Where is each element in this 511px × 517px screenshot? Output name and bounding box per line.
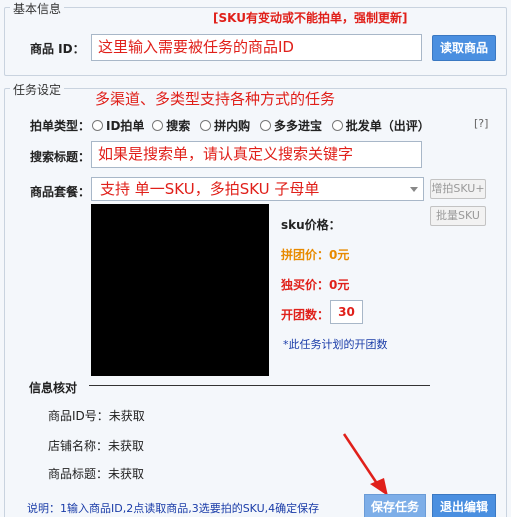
plan-note: *此任务计划的开团数 xyxy=(283,338,388,351)
verify-row-value: 未获取 xyxy=(108,467,145,481)
radio-id-order[interactable]: ID拍单 xyxy=(92,119,144,133)
search-title-input[interactable]: 如果是搜索单，请认真定义搜索关键字 xyxy=(91,141,422,168)
verify-row-value: 未获取 xyxy=(108,409,145,423)
exit-edit-button[interactable]: 退出编辑 xyxy=(432,494,496,517)
product-image xyxy=(91,204,269,376)
verify-row-value: 未获取 xyxy=(108,439,145,453)
verify-row-label: 商品ID号： xyxy=(48,409,109,423)
basic-info-legend: 基本信息 xyxy=(10,0,65,17)
radio-duoduo[interactable]: 多多进宝 xyxy=(259,119,322,133)
footer-note: 说明：1输入商品ID,2点读取商品,3选要拍的SKU,4确定保存 xyxy=(27,502,320,515)
verify-row-label: 商品标题： xyxy=(48,467,109,481)
radio-circle[interactable] xyxy=(92,120,103,131)
radio-search[interactable]: 搜索 xyxy=(152,119,190,133)
radio-wholesale[interactable]: 批发单（出评） xyxy=(331,119,430,133)
order-type-label: 拍单类型： xyxy=(30,119,91,133)
package-select-value: 支持 单一SKU，多拍SKU 子母单 xyxy=(100,180,320,198)
sku-price-label: sku价格： xyxy=(281,218,341,232)
group-count-label: 开团数： xyxy=(281,308,330,322)
group-count-input[interactable]: 30 xyxy=(330,300,363,324)
save-task-button[interactable]: 保存任务 xyxy=(364,494,426,517)
verify-row: 店铺名称：未获取 xyxy=(48,437,144,454)
radio-circle[interactable] xyxy=(200,120,212,131)
help-icon[interactable]: [?] xyxy=(474,117,488,130)
radio-group-buy[interactable]: 拼内购 xyxy=(200,119,250,133)
add-sku-button[interactable]: 增拍SKU+ xyxy=(430,179,486,199)
verify-row: 商品标题：未获取 xyxy=(48,465,144,482)
batch-sku-button[interactable]: 批量SKU xyxy=(430,206,486,226)
verify-row-label: 店铺名称： xyxy=(48,439,109,453)
chevron-down-icon xyxy=(410,187,418,192)
task-settings-legend: 任务设定 xyxy=(10,81,65,98)
search-title-label: 搜索标题： xyxy=(30,150,91,164)
group-price: 拼团价：0元 xyxy=(281,248,350,262)
verify-divider xyxy=(89,385,430,386)
radio-circle[interactable] xyxy=(152,120,164,131)
package-select[interactable]: 支持 单一SKU，多拍SKU 子母单 xyxy=(91,177,424,201)
verify-row: 商品ID号：未获取 xyxy=(48,407,145,424)
product-id-label: 商品 ID： xyxy=(30,42,85,56)
single-price: 独买价：0元 xyxy=(281,278,350,292)
product-id-input[interactable]: 这里输入需要被任务的商品ID xyxy=(91,34,422,61)
radio-circle[interactable] xyxy=(259,120,271,131)
order-type-radios: ID拍单 搜索 拼内购 多多进宝 批发单（出评） xyxy=(92,117,430,134)
pointer-arrow-icon xyxy=(342,433,388,496)
radio-circle[interactable] xyxy=(331,120,343,131)
verify-title: 信息核对 xyxy=(29,381,78,395)
package-label: 商品套餐： xyxy=(30,185,91,199)
sku-warning: [SKU有变动或不能拍单，强制更新] xyxy=(213,11,408,25)
fetch-product-button[interactable]: 读取商品 xyxy=(432,35,496,61)
task-note: 多渠道、多类型支持各种方式的任务 xyxy=(95,90,336,108)
